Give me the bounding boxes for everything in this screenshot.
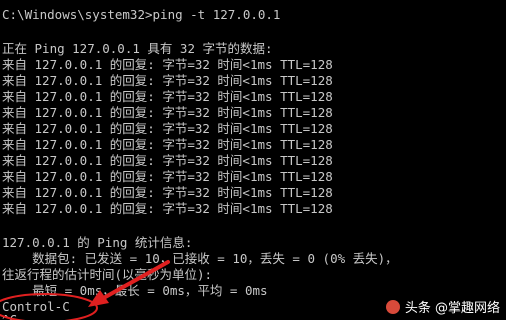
reply-line: 来自 127.0.0.1 的回复: 字节=32 时间<1ms TTL=128	[2, 57, 333, 72]
reply-line: 来自 127.0.0.1 的回复: 字节=32 时间<1ms TTL=128	[2, 73, 333, 88]
reply-line: 来自 127.0.0.1 的回复: 字节=32 时间<1ms TTL=128	[2, 105, 333, 120]
caret-line: ^C	[2, 312, 18, 320]
reply-line: 来自 127.0.0.1 的回复: 字节=32 时间<1ms TTL=128	[2, 169, 333, 184]
watermark: 头条 @掌趣网络	[385, 297, 500, 316]
reply-line: 来自 127.0.0.1 的回复: 字节=32 时间<1ms TTL=128	[2, 121, 333, 136]
stats-title-line: 127.0.0.1 的 Ping 统计信息:	[2, 235, 193, 250]
reply-line: 来自 127.0.0.1 的回复: 字节=32 时间<1ms TTL=128	[2, 185, 333, 200]
rtt-values-line: 最短 = 0ms，最长 = 0ms，平均 = 0ms	[2, 283, 268, 298]
ping-header-line: 正在 Ping 127.0.0.1 具有 32 字节的数据:	[2, 41, 273, 56]
watermark-text: 头条 @掌趣网络	[404, 301, 500, 316]
reply-line: 来自 127.0.0.1 的回复: 字节=32 时间<1ms TTL=128	[2, 89, 333, 104]
reply-line: 来自 127.0.0.1 的回复: 字节=32 时间<1ms TTL=128	[2, 201, 333, 216]
reply-line: 来自 127.0.0.1 的回复: 字节=32 时间<1ms TTL=128	[2, 137, 333, 152]
command-prompt-window[interactable]: C:\Windows\system32>ping -t 127.0.0.1 正在…	[0, 0, 506, 320]
toutiao-logo-icon	[385, 299, 400, 314]
stats-packets-line: 数据包: 已发送 = 10，已接收 = 10，丢失 = 0 (0% 丢失)，	[2, 251, 398, 266]
rtt-title-line: 往返行程的估计时间(以毫秒为单位):	[2, 267, 213, 282]
reply-line: 来自 127.0.0.1 的回复: 字节=32 时间<1ms TTL=128	[2, 153, 333, 168]
prompt-command-line: C:\Windows\system32>ping -t 127.0.0.1	[2, 7, 281, 22]
